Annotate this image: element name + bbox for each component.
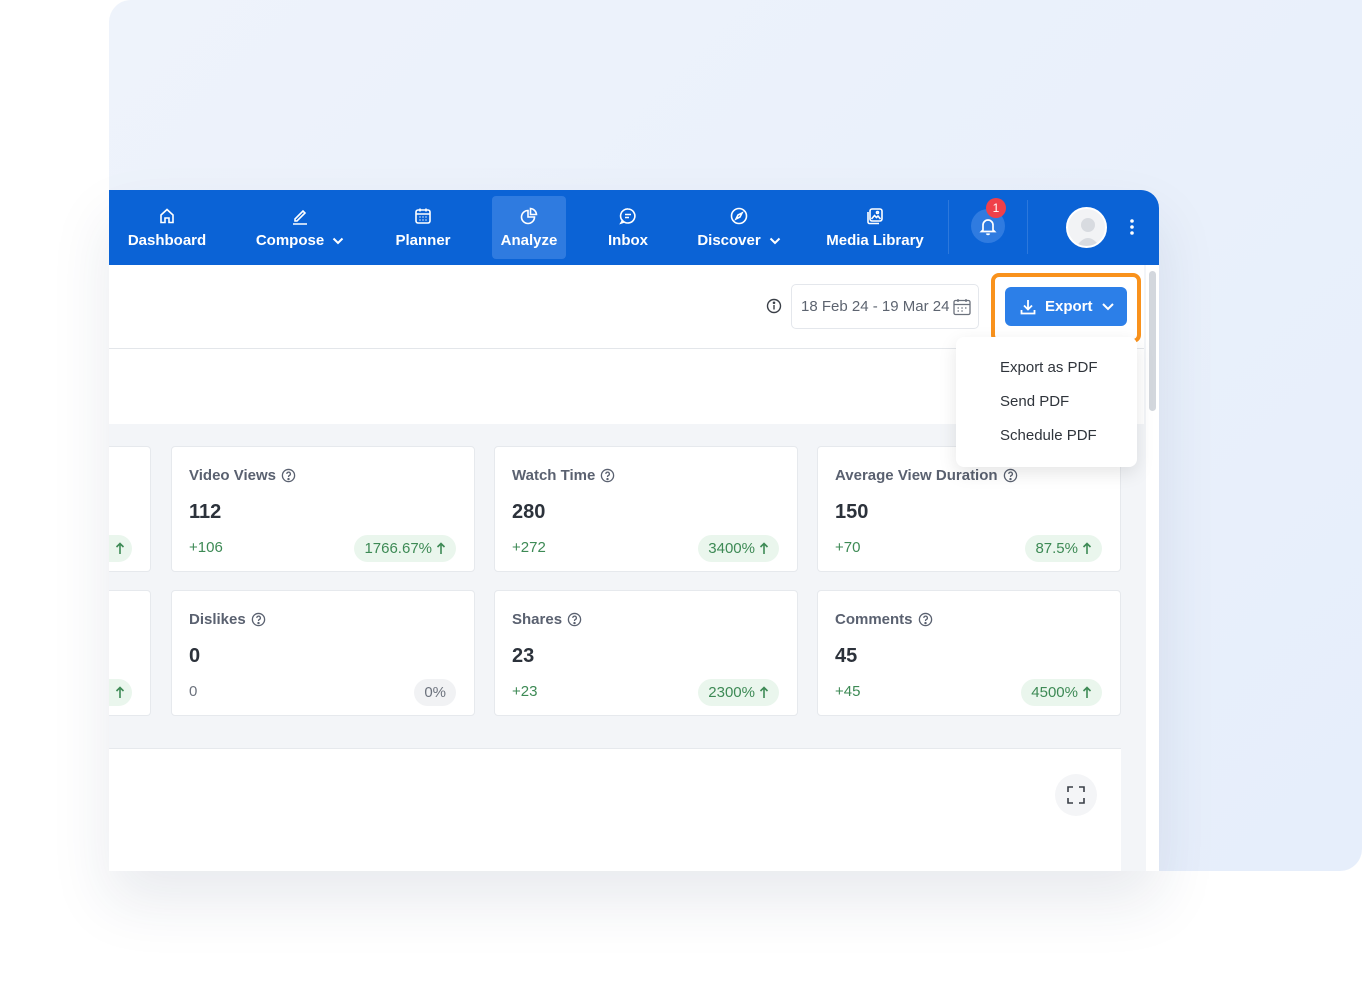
nav-label: Analyze — [500, 232, 558, 249]
app-window: Dashboard Compose Planner Analyze Inbox … — [109, 190, 1159, 871]
up-arrow-icon — [109, 679, 132, 706]
nav-discover[interactable]: Discover — [693, 196, 785, 259]
metric-title: Average View Duration — [835, 467, 998, 484]
scrollbar-thumb[interactable] — [1149, 271, 1156, 411]
menu-item-send-pdf[interactable]: Send PDF — [956, 382, 1137, 420]
metric-value: 280 — [512, 501, 546, 523]
export-button[interactable]: Export — [1005, 287, 1127, 326]
metric-card-video-views: Video Views 112 +106 1766.67% — [171, 446, 475, 572]
calendar-icon — [415, 208, 431, 224]
nav-compose[interactable]: Compose — [250, 196, 350, 259]
nav-label: Compose — [255, 232, 325, 249]
date-range-text: 18 Feb 24 - 19 Mar 24 — [801, 298, 950, 315]
up-arrow-icon — [1082, 686, 1092, 698]
metric-title: Shares — [512, 611, 563, 628]
metric-percent-badge: 2300% — [698, 679, 779, 706]
help-icon[interactable] — [251, 612, 266, 627]
metric-title: Video Views — [189, 467, 276, 484]
compass-icon — [730, 207, 748, 225]
metric-delta: +272 — [512, 539, 546, 556]
menu-item-schedule-pdf[interactable]: Schedule PDF — [956, 416, 1137, 454]
bell-icon — [979, 219, 997, 236]
up-arrow-icon — [109, 535, 132, 562]
date-range-picker[interactable]: 18 Feb 24 - 19 Mar 24 — [791, 284, 979, 329]
metric-value: 45 — [835, 645, 858, 667]
scrollbar[interactable] — [1146, 265, 1159, 871]
metric-delta: +45 — [835, 683, 861, 700]
metric-percent-badge: 0% — [414, 679, 456, 706]
chevron-down-icon — [332, 237, 344, 244]
chevron-down-icon — [769, 237, 780, 244]
nav-analyze[interactable]: Analyze — [492, 196, 566, 259]
metric-delta: +70 — [835, 539, 861, 556]
export-dropdown-menu: Export as PDF Send PDF Schedule PDF — [956, 337, 1137, 467]
chart-card — [109, 748, 1121, 871]
metric-value: 0 — [189, 645, 201, 667]
nav-label: Planner — [395, 232, 451, 249]
up-arrow-icon — [759, 686, 769, 698]
fullscreen-button[interactable] — [1055, 774, 1097, 816]
nav-label: Dashboard — [127, 232, 207, 249]
metric-card-comments: Comments 45 +45 4500% — [817, 590, 1121, 716]
metric-card-watch-time: Watch Time 280 +272 3400% — [494, 446, 798, 572]
nav-divider — [948, 200, 949, 254]
user-icon — [1076, 218, 1100, 246]
chevron-down-icon — [1101, 303, 1114, 311]
metric-card-shares: Shares 23 +23 2300% — [494, 590, 798, 716]
up-arrow-icon — [1082, 542, 1092, 554]
pie-chart-icon — [520, 207, 538, 225]
metric-value: 150 — [835, 501, 869, 523]
metric-percent-badge: 1766.67% — [354, 535, 456, 562]
metric-card-partial — [109, 590, 151, 716]
menu-item-export-pdf[interactable]: Export as PDF — [956, 348, 1137, 386]
help-icon[interactable] — [567, 612, 582, 627]
nav-label: Inbox — [608, 232, 648, 249]
metric-title: Watch Time — [512, 467, 596, 484]
export-label: Export — [1045, 298, 1093, 315]
notification-badge: 1 — [986, 198, 1006, 218]
up-arrow-icon — [759, 542, 769, 554]
metric-title: Comments — [835, 611, 913, 628]
info-icon[interactable] — [766, 298, 782, 314]
avatar[interactable] — [1066, 207, 1107, 248]
images-icon — [867, 208, 883, 225]
help-icon[interactable] — [918, 612, 933, 627]
nav-planner[interactable]: Planner — [388, 196, 458, 259]
help-icon[interactable] — [600, 468, 615, 483]
metric-percent-badge: 87.5% — [1025, 535, 1102, 562]
metric-card-partial — [109, 446, 151, 572]
nav-inbox[interactable]: Inbox — [600, 196, 656, 259]
metric-card-dislikes: Dislikes 0 0 0% — [171, 590, 475, 716]
metric-delta: 0 — [189, 683, 198, 700]
expand-icon — [1067, 786, 1085, 804]
up-arrow-icon — [436, 542, 446, 554]
metric-delta: +106 — [189, 539, 223, 556]
top-navbar: Dashboard Compose Planner Analyze Inbox … — [109, 190, 1159, 265]
metric-percent-badge: 3400% — [698, 535, 779, 562]
nav-label: Discover — [697, 232, 761, 249]
help-icon[interactable] — [281, 468, 296, 483]
nav-dashboard[interactable]: Dashboard — [121, 196, 213, 259]
pencil-icon — [293, 209, 307, 225]
chat-icon — [619, 208, 636, 225]
metric-delta: +23 — [512, 683, 538, 700]
download-icon — [1020, 299, 1036, 314]
nav-divider — [1027, 200, 1028, 254]
nav-label: Media Library — [826, 232, 924, 249]
calendar-icon — [953, 299, 971, 316]
metric-value: 23 — [512, 645, 535, 667]
metric-value: 112 — [189, 501, 222, 523]
more-options-icon[interactable] — [1127, 218, 1137, 236]
metric-percent-badge: 4500% — [1021, 679, 1102, 706]
nav-media-library[interactable]: Media Library — [825, 196, 925, 259]
help-icon[interactable] — [1003, 468, 1018, 483]
home-icon — [160, 208, 174, 224]
metric-title: Dislikes — [189, 611, 246, 628]
